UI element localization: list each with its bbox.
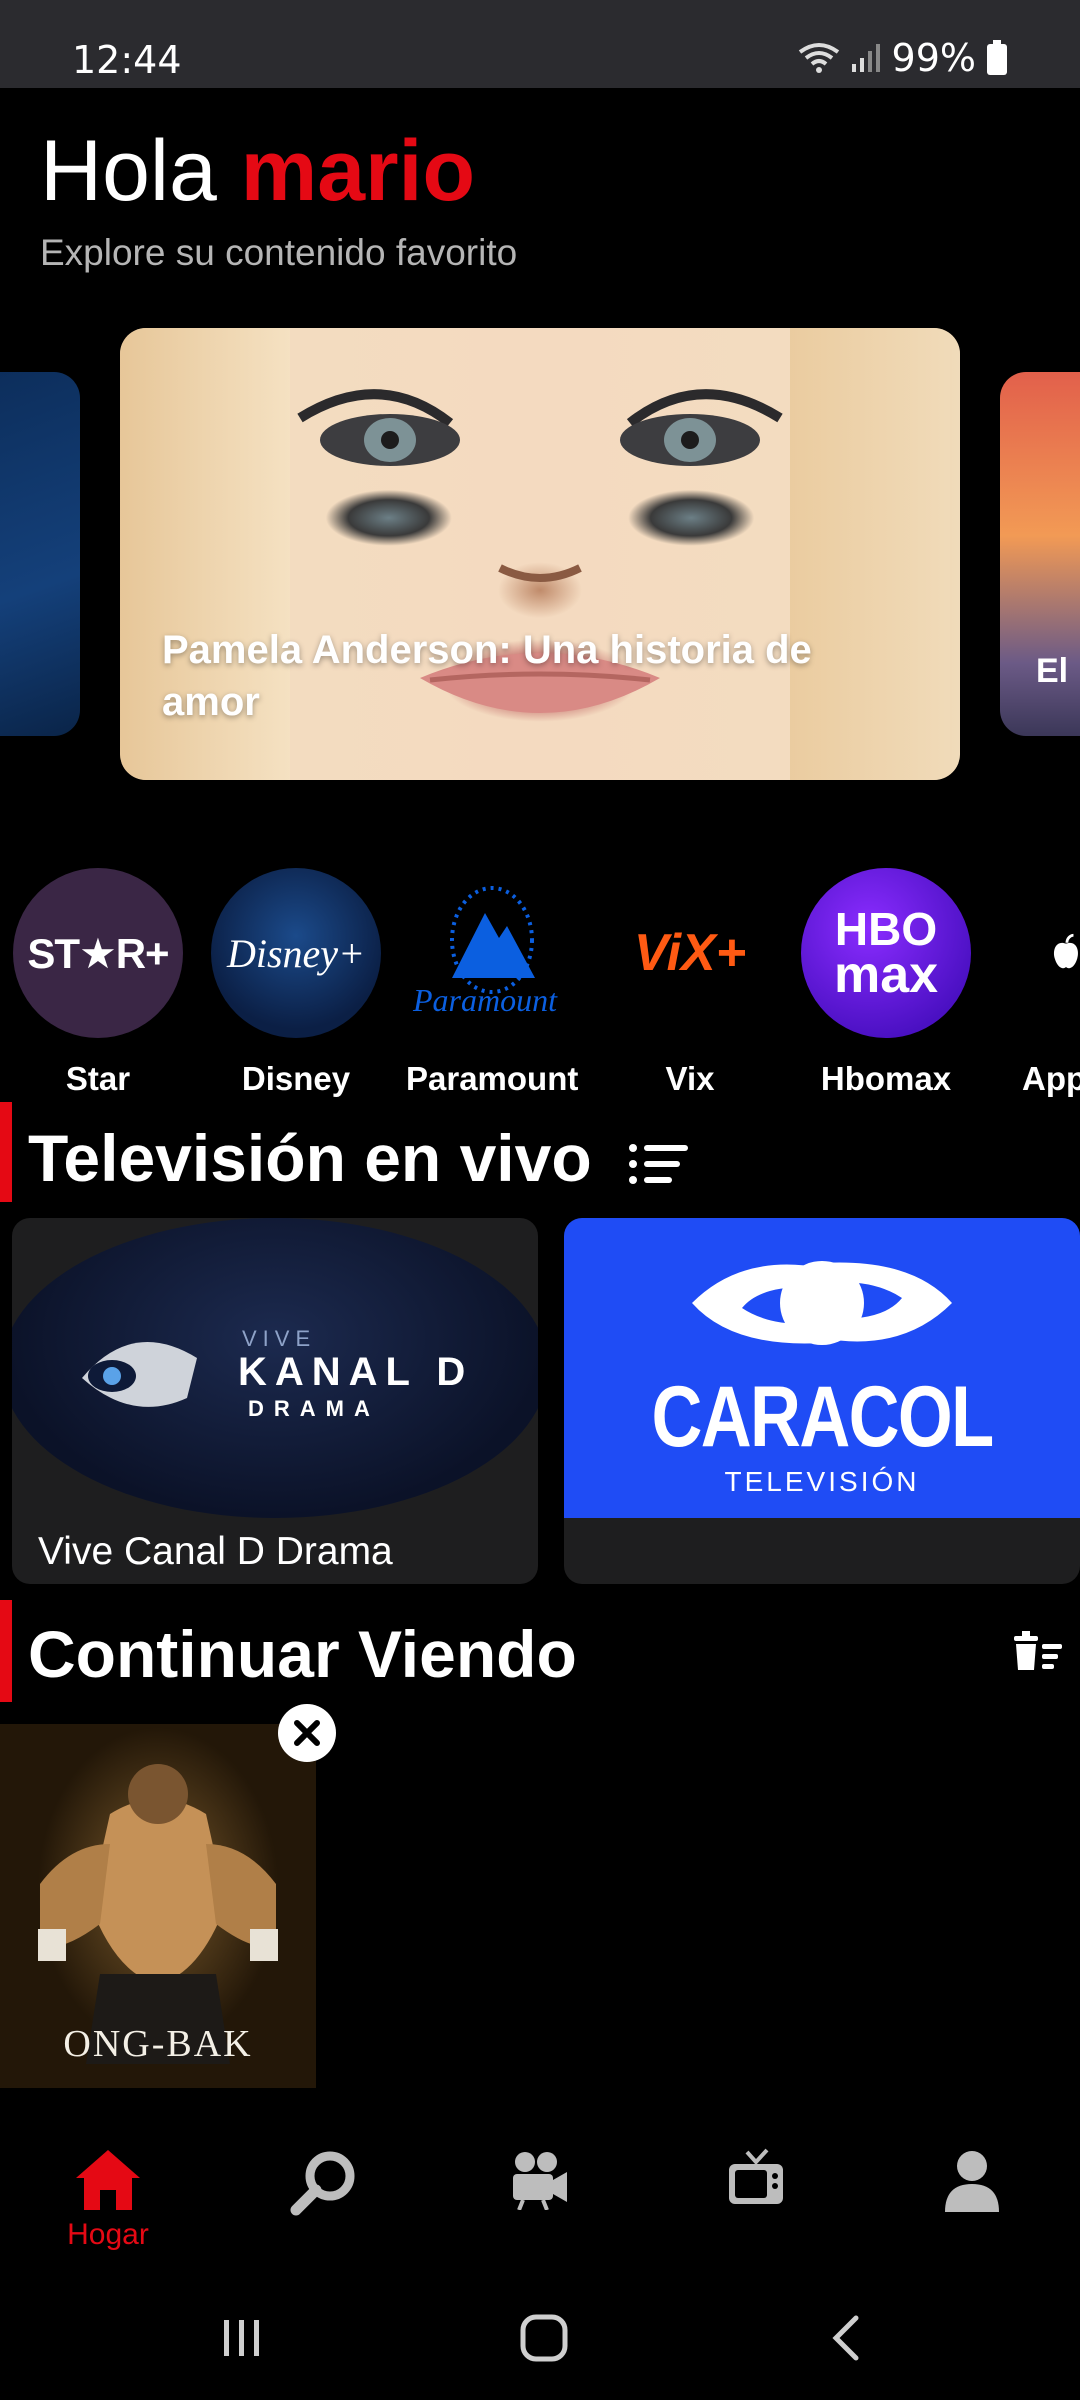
- movie-camera-icon: [513, 2152, 567, 2210]
- user-name: mario: [240, 123, 475, 219]
- clear-history-icon[interactable]: [1012, 1630, 1064, 1674]
- system-nav-bar: [0, 2280, 1080, 2400]
- provider-hbomax[interactable]: HBO max Hbomax: [800, 868, 972, 1098]
- status-time: 12:44: [72, 38, 182, 82]
- wifi-icon: [798, 43, 839, 73]
- provider-star[interactable]: ST★R+ Star: [12, 868, 184, 1098]
- recent-apps-icon[interactable]: [218, 2314, 266, 2362]
- greeting-text: Hola: [40, 123, 217, 219]
- apple-tv-logo: [998, 868, 1080, 1038]
- carousel-card-next[interactable]: El: [1000, 372, 1080, 736]
- close-icon: [294, 1720, 320, 1746]
- home-icon: [76, 2150, 140, 2210]
- remove-item-button[interactable]: [278, 1704, 336, 1762]
- section-accent: [0, 1600, 12, 1702]
- poster-title: ONG-BAK: [63, 2023, 253, 2065]
- featured-title: Pamela Anderson: Una historia de amor: [162, 628, 812, 724]
- live-tv-title: Televisión en vivo: [28, 1120, 690, 1196]
- paramount-logo: Paramount: [407, 868, 577, 1038]
- provider-label: Star: [65, 1060, 131, 1097]
- list-icon[interactable]: [628, 1140, 690, 1188]
- home-button-icon[interactable]: [518, 2312, 570, 2364]
- nav-live-tv[interactable]: [676, 2130, 836, 2270]
- profile-icon: [945, 2151, 999, 2212]
- nav-home[interactable]: Hogar: [28, 2130, 188, 2270]
- continue-item-poster[interactable]: ONG-BAK: [0, 1724, 316, 2088]
- greeting: Hola mario: [40, 122, 475, 221]
- next-card-title: El: [1036, 652, 1069, 690]
- carousel-card-prev[interactable]: [0, 372, 80, 736]
- channel-label: Vive Canal D Drama: [38, 1530, 393, 1573]
- provider-disney[interactable]: Disney+ Disney: [210, 868, 382, 1098]
- provider-label: Disney: [241, 1060, 351, 1097]
- provider-paramount[interactable]: Paramount Paramount: [406, 868, 578, 1098]
- nav-home-label: Hogar: [67, 2218, 149, 2251]
- nav-movies[interactable]: [460, 2130, 620, 2270]
- hbo-max-logo: HBO max: [801, 868, 971, 1038]
- provider-vix[interactable]: ViX+ Vix: [604, 868, 776, 1098]
- vix-logo: ViX+: [633, 924, 747, 982]
- star-plus-logo: ST★R+: [13, 868, 183, 1038]
- channel-card-caracol[interactable]: CARACOL TELEVISIÓN: [564, 1218, 1080, 1584]
- provider-apple[interactable]: App: [998, 868, 1080, 1098]
- continue-watching-title: Continuar Viendo: [28, 1617, 577, 1691]
- subtitle: Explore su contenido favorito: [40, 232, 518, 273]
- provider-label: Vix: [665, 1060, 715, 1097]
- search-icon: [290, 2151, 355, 2216]
- bottom-nav: Hogar: [0, 2130, 1080, 2270]
- status-bar: 12:44 99%: [0, 0, 1080, 88]
- provider-label: App: [1022, 1060, 1080, 1097]
- carousel-card-featured[interactable]: Pamela Anderson: Una historia de amor: [120, 328, 960, 780]
- signal-icon: [851, 44, 880, 72]
- back-icon[interactable]: [824, 2312, 868, 2364]
- provider-label: Hbomax: [820, 1060, 952, 1097]
- nav-search[interactable]: [244, 2130, 404, 2270]
- disney-plus-logo: Disney+: [211, 868, 381, 1038]
- tv-icon: [729, 2148, 783, 2204]
- battery-percent: 99%: [891, 36, 976, 80]
- channel-card-kanal-d[interactable]: VIVE KANAL D DRAMA Vive Canal D Drama: [12, 1218, 538, 1584]
- kanal-d-logo: VIVE KANAL D DRAMA: [12, 1218, 538, 1518]
- nav-profile[interactable]: [892, 2130, 1052, 2270]
- provider-label: Paramount: [406, 1060, 579, 1097]
- battery-icon: [987, 40, 1007, 75]
- caracol-logo: CARACOL TELEVISIÓN: [564, 1218, 1080, 1518]
- status-icons: 99%: [798, 36, 1008, 80]
- section-accent: [0, 1102, 12, 1202]
